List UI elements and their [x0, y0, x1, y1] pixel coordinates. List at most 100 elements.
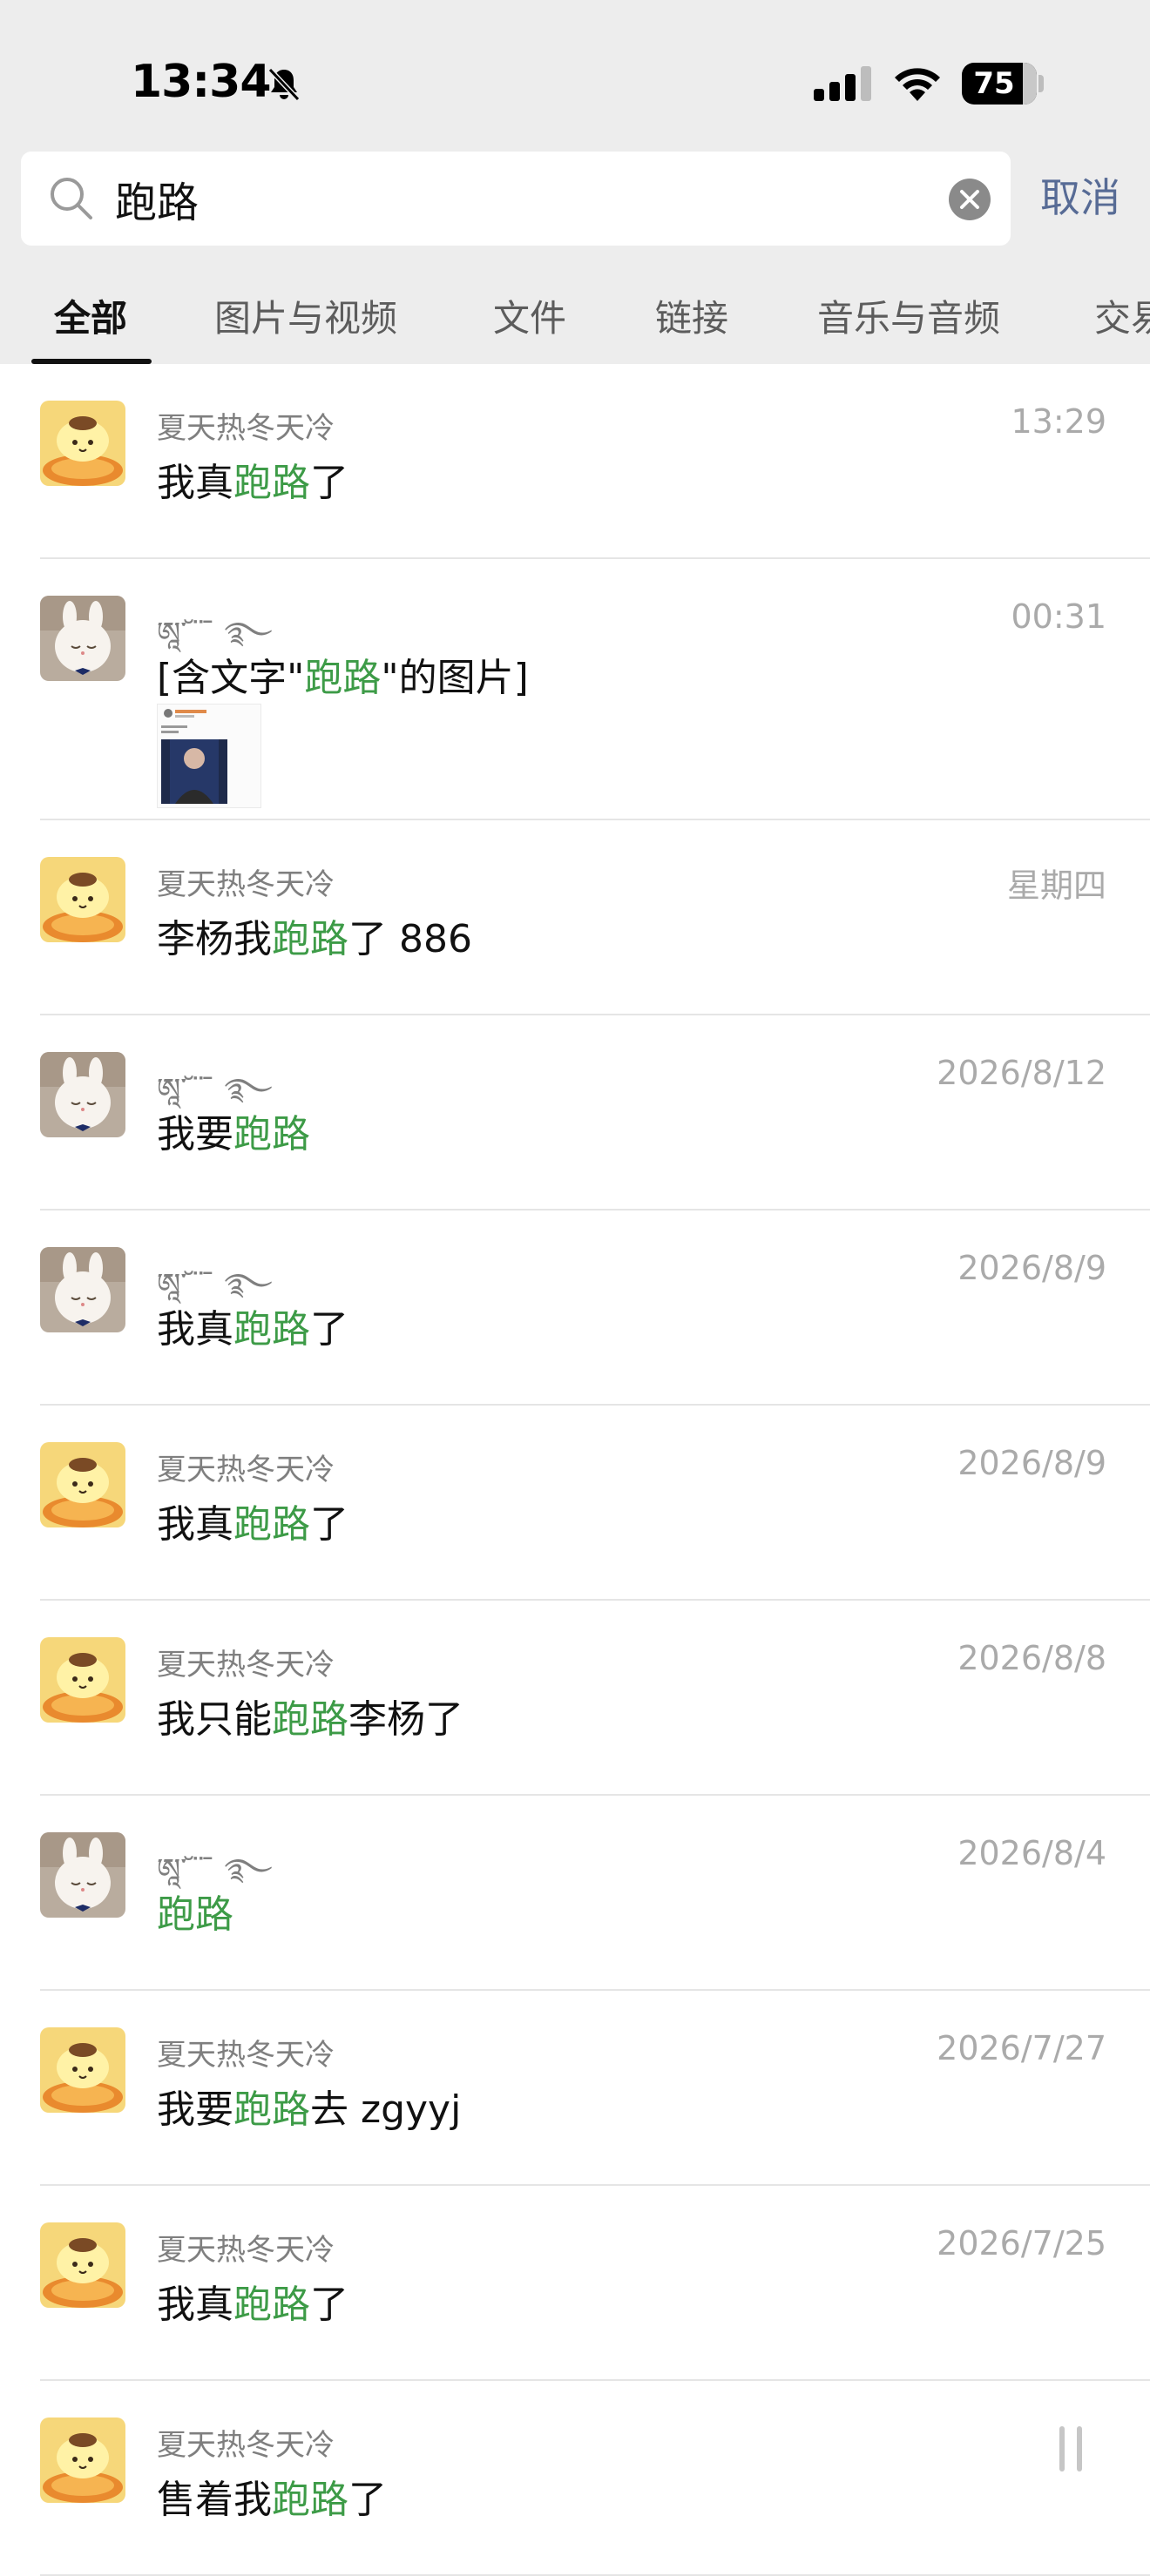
sender-name: 夏天热冬天冷 — [157, 1453, 335, 1487]
tab-files[interactable]: 文件 — [493, 287, 566, 350]
keyword-highlight: 跑路 — [233, 461, 310, 505]
message-text: 我真跑路了 — [157, 1298, 348, 1353]
bunny-avatar[interactable] — [40, 1052, 125, 1137]
sender-name: 夏天热冬天冷 — [157, 2233, 335, 2268]
message-time: 2026/7/27 — [937, 2029, 1106, 2067]
tab-all[interactable]: 全部 — [54, 287, 127, 350]
search-box[interactable] — [21, 152, 1011, 246]
sender-name: 夏天热冬天冷 — [157, 411, 335, 446]
header-area: 13:34 75 取消 全部 图片与视频 文件 — [0, 0, 1150, 364]
pompompurin-avatar[interactable] — [40, 2222, 125, 2308]
message-text-after: "的图片] — [381, 656, 529, 700]
message-text-after: 了 — [348, 2478, 387, 2522]
message-text: 我要跑路去 zgyyj — [157, 2078, 461, 2134]
message-text: 我真跑路了 — [157, 1493, 348, 1548]
message-text: 跑路 — [157, 1883, 233, 1939]
result-row[interactable]: 夏天热冬天冷 2026/8/9 我真跑路了 — [0, 1406, 1150, 1601]
bunny-avatar[interactable] — [40, 1247, 125, 1332]
pompompurin-avatar[interactable] — [40, 857, 125, 942]
message-text-before: 我只能 — [157, 1697, 272, 1742]
keyword-highlight: 跑路 — [272, 917, 348, 961]
message-time: 2026/8/12 — [937, 1054, 1106, 1092]
keyword-highlight: 跑路 — [233, 2283, 310, 2327]
message-text: 我真跑路了 — [157, 2273, 348, 2329]
filter-tabs: 全部 图片与视频 文件 链接 音乐与音频 交易 — [0, 287, 1150, 364]
message-text-after: 了 886 — [348, 917, 472, 961]
message-text: 我真跑路了 — [157, 451, 348, 507]
sender-name: 夏天热冬天冷 — [157, 1648, 335, 1682]
message-text: [含文字"跑路"的图片] — [157, 646, 529, 702]
image-thumbnail[interactable] — [157, 704, 261, 808]
result-row[interactable]: 夏天热冬天冷 星期四李杨我跑路了 886 — [0, 820, 1150, 1015]
search-icon — [51, 178, 92, 219]
message-text: 售着我跑路了 — [157, 2468, 387, 2524]
message-text-before: 李杨我 — [157, 917, 272, 961]
bell-muted-icon — [267, 67, 301, 102]
pompompurin-avatar[interactable] — [40, 401, 125, 486]
search-results-list: 夏天热冬天冷 13:29 我真跑路了 ཨཱ༌ ̆ ̈ ̄ ࿐ 00:31 [含文字"跑路"… — [0, 364, 1150, 2576]
battery-level: 75 — [973, 66, 1015, 101]
result-row[interactable]: 夏天热冬天冷售着我跑路了 — [0, 2381, 1150, 2576]
wifi-icon — [895, 68, 940, 101]
pompompurin-avatar[interactable] — [40, 2027, 125, 2113]
message-time: 13:29 — [1011, 402, 1106, 441]
tab-links[interactable]: 链接 — [655, 287, 728, 350]
keyword-highlight: 跑路 — [233, 1502, 310, 1547]
message-text-before: 我真 — [157, 1502, 233, 1547]
message-text-before: 我要 — [157, 1112, 233, 1157]
keyword-highlight: 跑路 — [233, 1112, 310, 1157]
message-time: 星期四 — [1006, 867, 1106, 905]
result-row[interactable]: 夏天热冬天冷 2026/7/25 我真跑路了 — [0, 2186, 1150, 2381]
message-time: 2026/8/9 — [957, 1249, 1106, 1287]
result-row[interactable]: ཨཱ༌ ̆ ̈ ̄ ࿐ 00:31 [含文字"跑路"的图片] — [0, 559, 1150, 820]
status-time: 13:34 — [131, 56, 272, 108]
clear-icon[interactable] — [948, 178, 991, 221]
keyword-highlight: 跑路 — [304, 656, 382, 700]
message-text-after: 了 — [310, 2283, 348, 2327]
sender-name: 夏天热冬天冷 — [157, 2038, 335, 2073]
message-time: 2026/8/4 — [957, 1834, 1106, 1872]
result-row[interactable]: 夏天热冬天冷 2026/8/8 我只能跑路李杨了 — [0, 1601, 1150, 1796]
pompompurin-avatar[interactable] — [40, 1442, 125, 1527]
message-text-before: [含文字" — [157, 656, 305, 700]
sender-name: 夏天热冬天冷 — [157, 867, 335, 902]
bunny-avatar[interactable] — [40, 1832, 125, 1918]
message-text-after: 了 — [310, 1502, 348, 1547]
message-text-before: 我真 — [157, 1307, 233, 1352]
tab-transactions[interactable]: 交易 — [1094, 287, 1150, 350]
message-text-before: 我真 — [157, 461, 233, 505]
tab-music-audio[interactable]: 音乐与音频 — [817, 287, 1000, 350]
scrollbar-secondary — [1077, 2426, 1082, 2471]
message-text-before: 我真 — [157, 2283, 233, 2327]
message-time: 2026/7/25 — [937, 2224, 1106, 2262]
search-input[interactable] — [115, 169, 917, 228]
message-time: 00:31 — [1011, 597, 1106, 636]
battery-icon: 75 — [962, 63, 1037, 105]
result-row[interactable]: ཨཱ༌ ̆ ̈ ̄ ࿐ 2026/8/12 我要跑路 — [0, 1015, 1150, 1210]
message-text: 我只能跑路李杨了 — [157, 1688, 463, 1743]
result-row[interactable]: 夏天热冬天冷 2026/7/27 我要跑路去 zgyyj — [0, 1991, 1150, 2186]
message-text: 我要跑路 — [157, 1103, 310, 1158]
scrollbar[interactable] — [1059, 2426, 1065, 2471]
message-text-after: 去 zgyyj — [310, 2087, 462, 2132]
bunny-avatar[interactable] — [40, 596, 125, 681]
result-row[interactable]: 夏天热冬天冷 13:29 我真跑路了 — [0, 364, 1150, 559]
keyword-highlight: 跑路 — [233, 2087, 310, 2132]
tab-images-videos[interactable]: 图片与视频 — [214, 287, 397, 350]
keyword-highlight: 跑路 — [272, 2478, 348, 2522]
pompompurin-avatar[interactable] — [40, 2418, 125, 2503]
result-row[interactable]: ཨཱ༌ ̆ ̈ ̄ ࿐ 2026/8/4 跑路 — [0, 1796, 1150, 1991]
message-text-after: 李杨了 — [348, 1697, 463, 1742]
result-row[interactable]: ཨཱ༌ ̆ ̈ ̄ ࿐ 2026/8/9 我真跑路了 — [0, 1210, 1150, 1406]
pompompurin-avatar[interactable] — [40, 1637, 125, 1723]
keyword-highlight: 跑路 — [272, 1697, 348, 1742]
message-text-after: 了 — [310, 1307, 348, 1352]
keyword-highlight: 跑路 — [233, 1307, 310, 1352]
cancel-button[interactable]: 取消 — [1040, 165, 1120, 230]
message-text: 李杨我跑路了 886 — [157, 907, 472, 963]
cellular-signal-icon — [814, 66, 871, 101]
sender-name: 夏天热冬天冷 — [157, 2428, 335, 2463]
keyword-highlight: 跑路 — [157, 1892, 233, 1937]
message-time: 2026/8/8 — [957, 1639, 1106, 1677]
message-text-after: 了 — [310, 461, 348, 505]
